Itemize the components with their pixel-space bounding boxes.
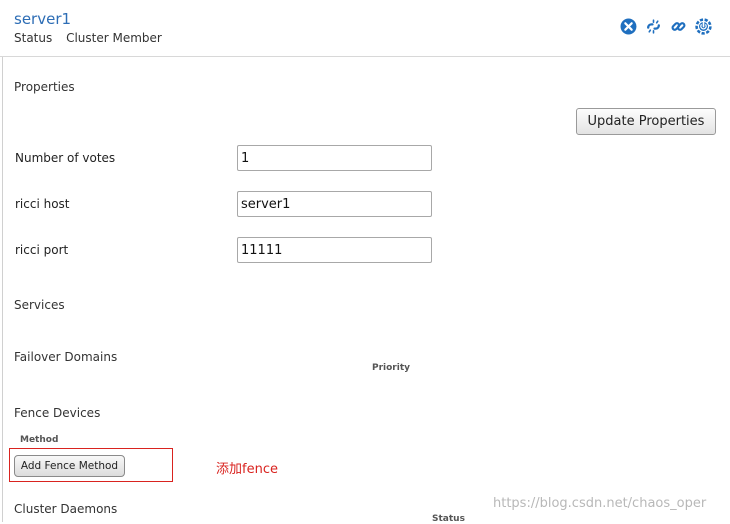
watermark: https://blog.csdn.net/chaos_oper — [493, 496, 707, 511]
failover-domains-heading: Failover Domains — [14, 350, 118, 364]
node-header: server1 Status Cluster Member — [0, 0, 730, 57]
fence-devices-heading: Fence Devices — [14, 406, 101, 420]
node-actions — [620, 18, 712, 35]
annotation-text: 添加fence — [216, 462, 278, 477]
join-cluster-icon[interactable] — [670, 18, 687, 35]
status-label: Status — [14, 31, 53, 45]
ricci-host-label: ricci host — [15, 197, 70, 211]
ricci-port-input[interactable] — [237, 237, 432, 263]
method-column-header: Method — [20, 435, 59, 445]
ricci-port-label: ricci port — [15, 243, 69, 257]
add-fence-method-button[interactable]: Add Fence Method — [14, 455, 125, 477]
cluster-daemons-heading: Cluster Daemons — [14, 502, 118, 516]
reboot-icon[interactable] — [695, 18, 712, 35]
priority-column-header: Priority — [372, 363, 410, 373]
content-border — [2, 57, 3, 522]
votes-input[interactable] — [237, 145, 432, 171]
properties-heading: Properties — [14, 80, 75, 94]
services-heading: Services — [14, 298, 65, 312]
status-value: Cluster Member — [66, 31, 162, 45]
update-properties-button[interactable]: Update Properties — [576, 108, 716, 135]
status-column-header: Status — [432, 514, 465, 524]
leave-cluster-icon[interactable] — [645, 18, 662, 35]
delete-icon[interactable] — [620, 18, 637, 35]
votes-label: Number of votes — [15, 151, 116, 165]
node-name-title[interactable]: server1 — [14, 10, 71, 28]
node-status: Status Cluster Member — [14, 31, 162, 45]
ricci-host-input[interactable] — [237, 191, 432, 217]
